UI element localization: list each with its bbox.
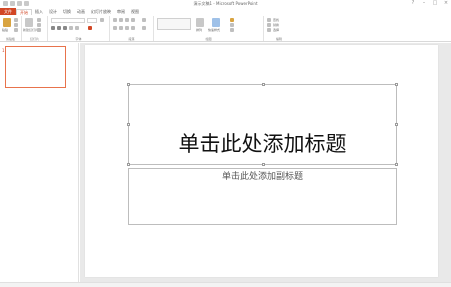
window-controls: ? – □ × [410,1,449,6]
increase-indent-icon[interactable] [131,18,135,22]
decrease-indent-icon[interactable] [125,18,129,22]
numbering-icon[interactable] [119,18,123,22]
font-group-label: 字体 [75,37,82,41]
select-label[interactable]: 选择 [273,28,279,32]
font-color-icon[interactable] [88,26,92,30]
text-direction-icon[interactable] [142,18,146,22]
ribbon: 粘贴 剪贴板 新建幻灯片 幻灯片 字体 段落 排列 快速样式 绘图 查找 替换 … [0,15,451,42]
tab-transitions[interactable]: 切换 [60,8,74,15]
new-slide-icon[interactable] [25,18,33,27]
strikethrough-icon[interactable] [75,26,79,30]
layout-icon[interactable] [37,18,41,22]
shape-outline-icon[interactable] [230,23,234,27]
maximize-icon[interactable]: □ [432,1,438,6]
reset-icon[interactable] [37,23,41,27]
ribbon-tabs: 文件 开始 插入 设计 切换 动画 幻灯片放映 审阅 视图 [0,8,451,15]
italic-icon[interactable] [57,26,61,30]
format-painter-icon[interactable] [14,28,18,32]
slides-group-label: 幻灯片 [29,37,39,41]
bold-icon[interactable] [51,26,55,30]
resize-handle[interactable] [127,123,130,126]
new-slide-label: 新建幻灯片 [23,28,39,32]
tab-home[interactable]: 开始 [16,8,32,15]
shape-effects-icon[interactable] [230,28,234,32]
minimize-icon[interactable]: – [421,1,427,6]
clipboard-group-label: 剪贴板 [5,37,15,41]
slides-group: 新建幻灯片 幻灯片 [22,16,48,41]
tab-slideshow[interactable]: 幻灯片放映 [88,8,114,15]
align-right-icon[interactable] [125,26,129,30]
title-placeholder[interactable]: 单击此处添加标题 [127,83,398,166]
resize-handle[interactable] [262,83,265,86]
font-group: 字体 [48,16,110,41]
copy-icon[interactable] [14,23,18,27]
smartart-icon[interactable] [142,26,146,30]
replace-label[interactable]: 替换 [273,23,279,27]
align-left-icon[interactable] [113,26,117,30]
justify-icon[interactable] [131,26,135,30]
font-name-field[interactable] [51,18,85,23]
tab-animations[interactable]: 动画 [74,8,88,15]
title-bar: 演示文稿1 - Microsoft PowerPoint ? – □ × [0,0,451,8]
resize-handle[interactable] [127,163,130,166]
shadow-icon[interactable] [69,26,73,30]
find-icon[interactable] [267,18,271,22]
grow-font-icon[interactable] [100,18,104,22]
shape-fill-icon[interactable] [230,18,234,22]
find-label[interactable]: 查找 [273,18,279,22]
paragraph-group: 段落 [110,16,154,41]
tab-insert[interactable]: 插入 [32,8,46,15]
help-icon[interactable]: ? [410,1,416,6]
tab-file[interactable]: 文件 [0,8,16,15]
title-placeholder-text: 单击此处添加标题 [178,132,347,156]
slide-thumbnail[interactable] [5,46,66,88]
font-size-field[interactable] [87,18,97,23]
status-bar [0,282,451,287]
resize-handle[interactable] [395,123,398,126]
arrange-label: 排列 [196,28,203,32]
window-title: 演示文稿1 - Microsoft PowerPoint [193,1,258,6]
subtitle-placeholder[interactable]: 单击此处添加副标题 [128,168,397,225]
subtitle-placeholder-text: 单击此处添加副标题 [221,172,303,182]
paragraph-group-label: 段落 [128,37,135,41]
quick-styles-label: 快速样式 [208,28,221,32]
close-icon[interactable]: × [443,1,449,6]
cut-icon[interactable] [14,18,18,22]
resize-handle[interactable] [127,83,130,86]
drawing-group: 排列 快速样式 绘图 [154,16,264,41]
editing-group-label: 编辑 [275,37,282,41]
align-center-icon[interactable] [119,26,123,30]
paste-icon[interactable] [3,18,11,27]
select-icon[interactable] [267,28,271,32]
tab-review[interactable]: 审阅 [114,8,128,15]
shapes-gallery[interactable] [157,18,191,30]
clipboard-group: 粘贴 剪贴板 [0,16,22,41]
tab-design[interactable]: 设计 [46,8,60,15]
arrange-icon[interactable] [196,18,204,27]
tab-view[interactable]: 视图 [128,8,142,15]
bullets-icon[interactable] [113,18,117,22]
section-icon[interactable] [37,28,41,32]
resize-handle[interactable] [262,163,265,166]
quick-styles-icon[interactable] [212,18,220,27]
drawing-group-label: 绘图 [205,37,212,41]
resize-handle[interactable] [395,163,398,166]
editing-group: 查找 替换 选择 编辑 [264,16,294,41]
paste-label: 粘贴 [2,28,9,32]
replace-icon[interactable] [267,23,271,27]
underline-icon[interactable] [63,26,67,30]
resize-handle[interactable] [395,83,398,86]
